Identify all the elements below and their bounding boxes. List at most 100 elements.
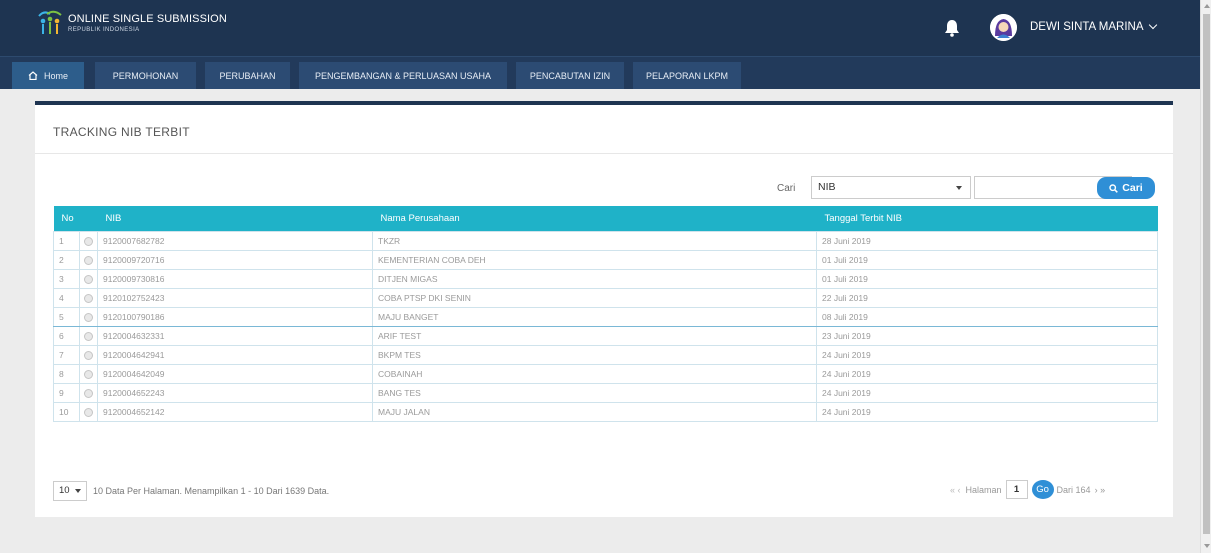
cell-select[interactable] xyxy=(79,306,98,327)
search-button[interactable]: Cari xyxy=(1097,177,1155,199)
table-row[interactable]: 7 9120004642941 BKPM TES 24 Juni 2019 xyxy=(53,344,1158,365)
cell-select[interactable] xyxy=(79,268,98,289)
first-prev-page-link[interactable]: « ‹ xyxy=(950,485,961,495)
brand-title: ONLINE SINGLE SUBMISSION xyxy=(68,12,227,25)
dropdown-arrow-icon xyxy=(75,489,81,493)
nav-pencabutan-izin[interactable]: PENCABUTAN IZIN xyxy=(516,62,624,89)
row-radio[interactable] xyxy=(84,312,93,322)
cell-tanggal: 22 Juli 2019 xyxy=(816,287,1158,308)
nav-perubahan[interactable]: PERUBAHAN xyxy=(205,62,290,89)
nib-table: No NIB Nama Perusahaan Tanggal Terbit NI… xyxy=(53,206,1158,422)
bell-icon[interactable] xyxy=(944,19,960,37)
row-radio[interactable] xyxy=(84,331,93,341)
cell-nib: 9120100790186 xyxy=(97,306,373,327)
cell-nama-perusahaan: BKPM TES xyxy=(372,344,817,365)
header-nib: NIB xyxy=(97,206,373,231)
cell-no: 2 xyxy=(53,249,80,270)
table-row[interactable]: 2 9120009720716 KEMENTERIAN COBA DEH 01 Jul… xyxy=(53,249,1158,270)
search-button-label: Cari xyxy=(1122,182,1143,194)
nav-permohonan[interactable]: PERMOHONAN xyxy=(95,62,196,89)
row-radio[interactable] xyxy=(84,407,93,417)
next-last-page-link[interactable]: › » xyxy=(1095,485,1106,495)
row-radio[interactable] xyxy=(84,255,93,265)
table-row[interactable]: 8 9120004642049 COBAINAH 24 Juni 2019 xyxy=(53,363,1158,384)
cell-no: 3 xyxy=(53,268,80,289)
row-radio[interactable] xyxy=(84,369,93,379)
cell-nama-perusahaan: COBA PTSP DKI SENIN xyxy=(372,287,817,308)
row-radio[interactable] xyxy=(84,388,93,398)
cell-nib: 9120004632331 xyxy=(97,325,373,346)
cell-nib: 9120004652243 xyxy=(97,382,373,403)
cell-select[interactable] xyxy=(79,401,98,422)
per-page-select[interactable]: 10 xyxy=(53,481,87,501)
scroll-down-icon[interactable] xyxy=(1204,544,1210,548)
oss-logo[interactable]: ONLINE SINGLE SUBMISSION REPUBLIK INDONE… xyxy=(34,10,227,36)
halaman-label: Halaman xyxy=(965,484,1002,495)
pagination-info: 10 Data Per Halaman. Menampilkan 1 - 10 … xyxy=(93,486,330,496)
page-title: TRACKING NIB TERBIT xyxy=(53,125,190,139)
cell-tanggal: 24 Juni 2019 xyxy=(816,382,1158,403)
cell-no: 7 xyxy=(53,344,80,365)
table-row[interactable]: 9 9120004652243 BANG TES 24 Juni 2019 xyxy=(53,382,1158,403)
table-header-row: No NIB Nama Perusahaan Tanggal Terbit NI… xyxy=(53,206,1158,231)
cell-tanggal: 01 Juli 2019 xyxy=(816,268,1158,289)
search-icon xyxy=(1109,183,1119,193)
table-row[interactable]: 1 9120007682782 TKZR 28 Juni 2019 xyxy=(53,230,1158,251)
avatar[interactable] xyxy=(990,14,1017,41)
cell-tanggal: 24 Juni 2019 xyxy=(816,401,1158,422)
page-number-input[interactable]: 1 xyxy=(1005,480,1028,499)
cell-no: 6 xyxy=(53,325,80,346)
cell-select[interactable] xyxy=(79,287,98,308)
cell-select[interactable] xyxy=(79,325,98,346)
cell-select[interactable] xyxy=(79,249,98,270)
table-row[interactable]: 5 9120100790186 MAJU BANGET 08 Juli 2019 xyxy=(53,306,1158,327)
cell-nama-perusahaan: BANG TES xyxy=(372,382,817,403)
cell-nib: 9120009720716 xyxy=(97,249,373,270)
header-select xyxy=(79,206,98,231)
row-radio[interactable] xyxy=(84,236,93,246)
vertical-scrollbar[interactable] xyxy=(1200,0,1211,553)
table-row[interactable]: 10 9120004652142 MAJU JALAN 24 Juni 2019 xyxy=(53,401,1158,422)
nav-pengembangan[interactable]: PENGEMBANGAN & PERLUASAN USAHA xyxy=(299,62,507,89)
cell-select[interactable] xyxy=(79,344,98,365)
cell-select[interactable] xyxy=(79,230,98,251)
nav-home[interactable]: Home xyxy=(12,62,84,89)
cell-nib: 9120004652142 xyxy=(97,401,373,422)
cell-select[interactable] xyxy=(79,363,98,384)
cell-no: 5 xyxy=(53,306,80,327)
dropdown-arrow-icon xyxy=(956,186,962,190)
row-radio[interactable] xyxy=(84,274,93,284)
total-pages: Dari 164 xyxy=(1056,484,1091,495)
cell-no: 10 xyxy=(53,401,80,422)
cell-nib: 9120004642941 xyxy=(97,344,373,365)
cell-nama-perusahaan: DITJEN MIGAS xyxy=(372,268,817,289)
row-radio[interactable] xyxy=(84,350,93,360)
home-icon xyxy=(28,71,38,80)
nav-home-label: Home xyxy=(43,70,68,81)
cell-select[interactable] xyxy=(79,382,98,403)
header-no: No xyxy=(53,206,80,231)
nav-pelaporan-lkpm[interactable]: PELAPORAN LKPM xyxy=(633,62,741,89)
cell-nama-perusahaan: TKZR xyxy=(372,230,817,251)
user-menu[interactable]: DEWI SINTA MARINA xyxy=(1030,20,1157,33)
per-page-value: 10 xyxy=(59,485,70,496)
user-avatar-icon xyxy=(990,14,1017,41)
chevron-down-icon xyxy=(1148,20,1157,30)
row-radio[interactable] xyxy=(84,293,93,303)
search-label: Cari xyxy=(777,183,796,194)
go-button[interactable]: Go xyxy=(1031,480,1054,499)
brand-subtitle: REPUBLIK INDONESIA xyxy=(68,26,140,33)
user-name: DEWI SINTA MARINA xyxy=(1030,21,1144,33)
cell-no: 1 xyxy=(53,230,80,251)
table-row[interactable]: 3 9120009730816 DITJEN MIGAS 01 Juli 2019 xyxy=(53,268,1158,289)
cell-nama-perusahaan: COBAINAH xyxy=(372,363,817,384)
scroll-up-icon[interactable] xyxy=(1204,4,1210,8)
table-row[interactable]: 4 9120102752423 COBA PTSP DKI SENIN 22 Juli… xyxy=(53,287,1158,308)
content-panel: TRACKING NIB TERBIT Cari NIB Cari No NIB… xyxy=(35,101,1173,517)
scrollbar-thumb[interactable] xyxy=(1203,14,1210,534)
table-row[interactable]: 6 9120004632331 ARIF TEST 23 Juni 2019 xyxy=(53,325,1158,346)
search-field-value: NIB xyxy=(818,181,836,193)
cell-nib: 9120007682782 xyxy=(97,230,373,251)
search-field-select[interactable]: NIB xyxy=(811,176,971,199)
cell-tanggal: 24 Juni 2019 xyxy=(816,344,1158,365)
